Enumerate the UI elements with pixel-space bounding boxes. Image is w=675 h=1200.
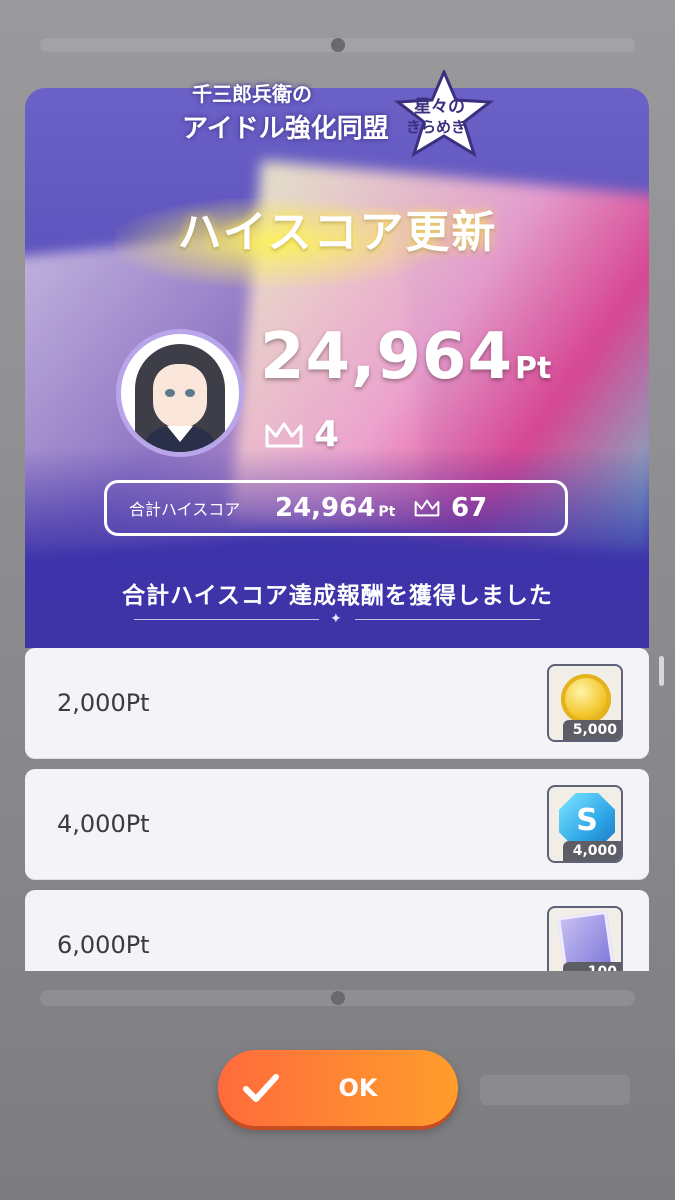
- reward-threshold: 6,000Pt: [57, 931, 150, 959]
- reward-item[interactable]: 100: [547, 906, 623, 971]
- crown-icon: [413, 498, 441, 518]
- reward-item[interactable]: S 4,000: [547, 785, 623, 863]
- reward-quantity: 100: [563, 962, 621, 971]
- idol-avatar: [121, 334, 239, 452]
- total-high-score-label: 合計ハイスコア: [129, 500, 241, 519]
- result-score: 24,964Pt: [260, 320, 551, 394]
- total-score-unit: Pt: [378, 504, 396, 520]
- gold-coin-icon: [561, 674, 611, 724]
- ok-button[interactable]: OK: [218, 1050, 458, 1126]
- total-high-score-value: 24,964 Pt: [275, 493, 395, 523]
- reward-list[interactable]: 2,000Pt 5,000 4,000Pt S 4,000 6,000Pt 10…: [25, 648, 650, 971]
- event-logo-badge-line2: きらめき: [406, 118, 467, 136]
- sparkle-icon: ✦: [330, 611, 342, 627]
- total-crowns-value: 67: [451, 493, 488, 523]
- crown-icon: [264, 420, 304, 450]
- total-crowns: 67: [413, 493, 487, 523]
- ok-button-label: OK: [338, 1074, 378, 1102]
- total-score-number: 24,964: [275, 493, 376, 523]
- reward-threshold: 4,000Pt: [57, 810, 150, 838]
- reward-quantity: 5,000: [563, 720, 621, 740]
- reward-row: 2,000Pt 5,000: [25, 648, 649, 758]
- background-label: [480, 1075, 630, 1105]
- reward-row: 4,000Pt S 4,000: [25, 769, 649, 879]
- reward-threshold: 2,000Pt: [57, 689, 150, 717]
- event-logo: 千三郎兵衛の アイドル強化同盟 星々の きらめき: [182, 68, 495, 158]
- title-divider: ✦: [134, 611, 540, 627]
- result-rank: 4: [264, 414, 339, 455]
- background-dot: [331, 38, 345, 52]
- background-dot: [331, 991, 345, 1005]
- reward-acquired-title: 合計ハイスコア達成報酬を獲得しました: [122, 583, 553, 609]
- high-score-updated-title: ハイスコア更新: [177, 207, 498, 258]
- event-logo-badge-line1: 星々の: [414, 97, 465, 117]
- result-score-unit: Pt: [514, 351, 552, 386]
- event-logo-line1: 千三郎兵衛の: [192, 82, 312, 106]
- reward-row: 6,000Pt 100: [25, 890, 649, 971]
- event-logo-line2: アイドル強化同盟: [182, 114, 389, 144]
- total-high-score-box: 合計ハイスコア 24,964 Pt 67: [104, 480, 568, 536]
- result-rank-value: 4: [314, 414, 340, 455]
- result-score-value: 24,964: [260, 320, 513, 394]
- reward-quantity: 4,000: [563, 841, 621, 861]
- reward-list-scrollbar[interactable]: [659, 656, 664, 686]
- reward-item[interactable]: 5,000: [547, 664, 623, 742]
